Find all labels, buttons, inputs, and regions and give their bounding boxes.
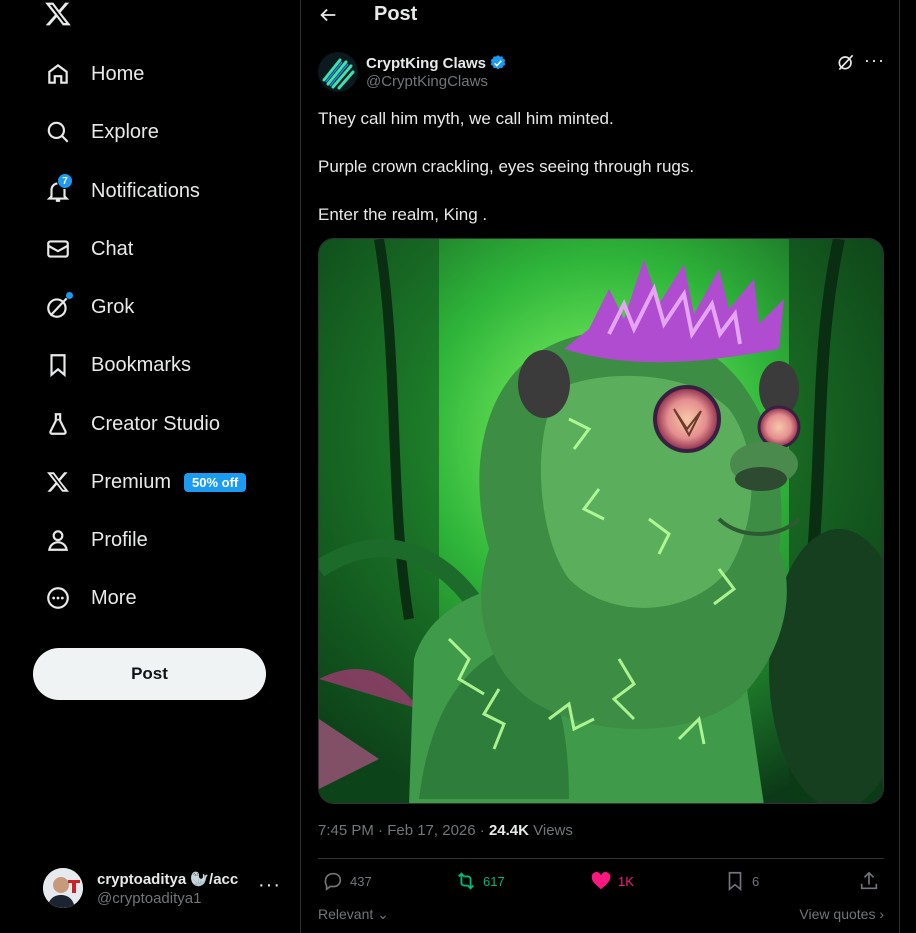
reply-icon: [324, 872, 342, 891]
account-handle: @cryptoaditya1: [97, 889, 202, 907]
nav-premium[interactable]: Premium 50% off: [44, 462, 247, 502]
chevron-down-icon: ⌄: [377, 906, 389, 922]
nav-label-more: More: [91, 586, 137, 609]
account-switcher[interactable]: cryptoaditya 🦭/acc @cryptoaditya1 ···: [43, 866, 283, 910]
mail-icon: [44, 235, 72, 263]
tweet-line-2: Purple crown crackling, eyes seeing thro…: [318, 157, 695, 176]
share-button[interactable]: [858, 870, 880, 892]
nav-profile[interactable]: Profile: [44, 520, 148, 560]
grok-icon: [44, 292, 73, 321]
nav-label-bookmarks: Bookmarks: [91, 353, 192, 376]
bookmark-count: 6: [752, 873, 760, 889]
bookmark-icon: [44, 351, 72, 379]
author-avatar[interactable]: [318, 52, 358, 92]
tweet-line-3: Enter the realm, King .: [318, 205, 488, 224]
post-header: Post: [301, 0, 901, 30]
tweet-meta: 7:45 PM · Feb 17, 2026 · 24.4K Views: [318, 822, 573, 839]
chevron-right-icon: ›: [879, 906, 884, 922]
nav-label-chat: Chat: [91, 237, 134, 260]
view-count: 24.4K: [488, 822, 529, 839]
tweet-timestamp[interactable]: 7:45 PM · Feb 17, 2026 ·: [318, 822, 489, 839]
post-button[interactable]: Post: [33, 648, 266, 700]
back-arrow-icon[interactable]: [317, 4, 339, 26]
more-circle-icon: [44, 584, 72, 612]
account-name: cryptoaditya 🦭/acc: [97, 870, 239, 888]
grok-explain-icon[interactable]: [836, 52, 858, 74]
nav-explore[interactable]: Explore: [44, 112, 159, 152]
nav-chat[interactable]: Chat: [44, 229, 133, 269]
reply-button[interactable]: 437: [322, 870, 372, 892]
repost-icon: [458, 872, 474, 890]
flask-icon: [44, 410, 72, 438]
view-quotes-label: View quotes: [799, 906, 876, 922]
tweet-actions: 437 617 1K 6: [318, 870, 884, 898]
divider: [318, 858, 884, 859]
nav-bookmarks[interactable]: Bookmarks: [44, 345, 191, 385]
nav-label-explore: Explore: [91, 120, 159, 143]
sort-label: Relevant: [318, 906, 374, 922]
nav-label-creator-studio: Creator Studio: [91, 412, 220, 435]
home-icon: [44, 60, 72, 88]
page-title: Post: [374, 3, 418, 25]
tweet-image[interactable]: [318, 238, 884, 804]
tweet-author[interactable]: CryptKing Claws @CryptKingClaws: [318, 52, 507, 92]
author-handle[interactable]: @CryptKingClaws: [366, 73, 507, 90]
main-column: Post CryptKing Claws @CryptKingClaws ···…: [300, 0, 900, 933]
nav-label-premium: Premium: [91, 470, 172, 493]
person-icon: [44, 526, 72, 554]
x-logo-icon[interactable]: [44, 0, 74, 30]
bookmark-icon: [728, 871, 742, 892]
tweet-more-icon[interactable]: ···: [864, 50, 885, 71]
view-quotes-link[interactable]: View quotes ›: [799, 906, 884, 922]
share-icon: [860, 871, 878, 890]
like-count: 1K: [618, 873, 634, 889]
sidebar: Home Explore 7 Notifications Chat Grok B…: [0, 0, 300, 933]
reply-count: 437: [350, 873, 372, 889]
nav-label-profile: Profile: [91, 528, 148, 551]
tweet-line-1: They call him myth, we call him minted.: [318, 109, 614, 128]
views-label: Views: [528, 822, 573, 839]
sort-dropdown[interactable]: Relevant ⌄: [318, 906, 389, 923]
avatar: [43, 868, 83, 908]
nav-notifications[interactable]: 7 Notifications: [44, 171, 200, 211]
bell-icon: 7: [44, 173, 73, 205]
nav-label-home: Home: [91, 62, 145, 85]
nav-label-grok: Grok: [91, 295, 135, 318]
like-button[interactable]: 1K: [590, 870, 634, 892]
author-name[interactable]: CryptKing Claws: [366, 55, 486, 72]
tweet-text: They call him myth, we call him minted. …: [318, 107, 878, 251]
repost-button[interactable]: 617: [455, 870, 505, 892]
nav-creator-studio[interactable]: Creator Studio: [44, 404, 220, 444]
grok-dot: [66, 292, 73, 299]
search-icon: [44, 118, 72, 146]
heart-icon: [591, 871, 611, 890]
notification-badge: 7: [57, 173, 73, 189]
nav-more[interactable]: More: [44, 578, 137, 618]
x-icon: [44, 468, 72, 496]
nav-grok[interactable]: Grok: [44, 287, 134, 327]
bookmark-button[interactable]: 6: [724, 870, 759, 892]
nav-home[interactable]: Home: [44, 54, 144, 94]
verified-badge-icon: [490, 55, 506, 70]
premium-promo-badge: 50% off: [184, 472, 247, 492]
account-more-icon[interactable]: ···: [258, 874, 281, 897]
nav-label-notifications: Notifications: [91, 179, 200, 202]
repost-count: 617: [483, 873, 505, 889]
